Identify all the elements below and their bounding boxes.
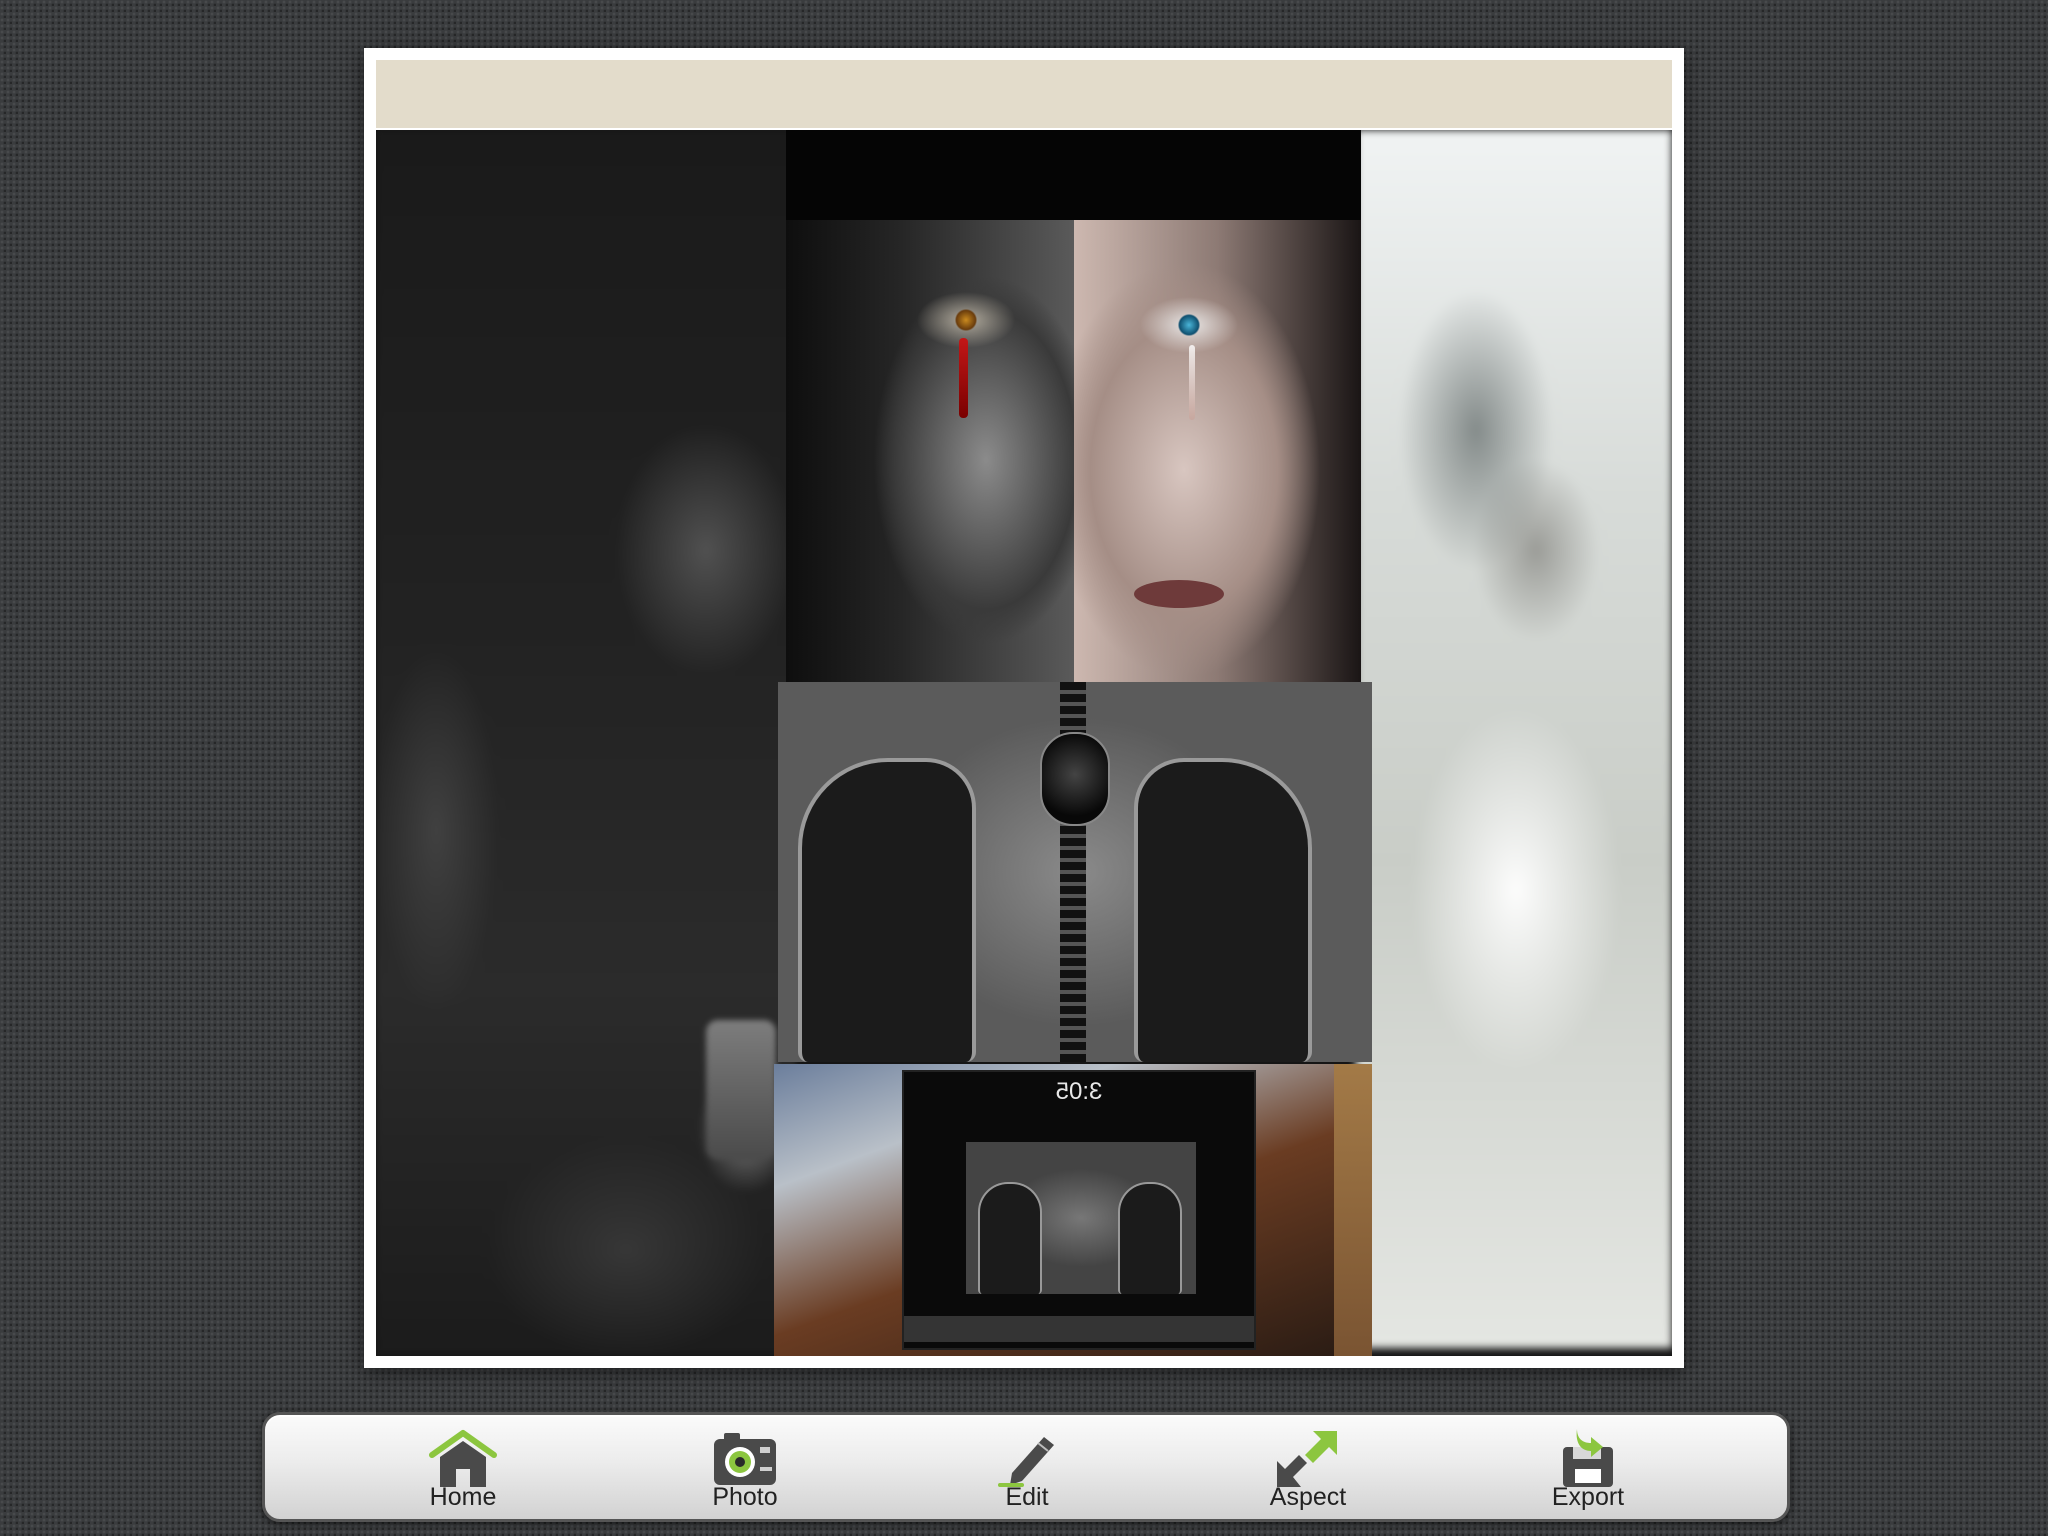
- edit-button[interactable]: Edit: [947, 1415, 1107, 1519]
- collage-photo-screenshot[interactable]: 3:05: [774, 1064, 1334, 1356]
- collage-title-strip[interactable]: [376, 60, 1672, 128]
- collage-photo-faces[interactable]: [786, 220, 1361, 682]
- home-label: Home: [429, 1483, 497, 1511]
- aspect-label: Aspect: [1269, 1483, 1347, 1511]
- light-face-half: [1074, 220, 1361, 682]
- photo-button[interactable]: Photo: [665, 1415, 825, 1519]
- export-button[interactable]: Export: [1508, 1415, 1668, 1519]
- zipper-pull: [1040, 732, 1110, 826]
- blood-tear: [959, 338, 968, 418]
- collage-photo-right[interactable]: [1356, 130, 1672, 1348]
- phone-shape: [706, 1020, 776, 1160]
- collage-frame: 3:05: [364, 48, 1684, 1368]
- ipad-clock: 3:05: [1055, 1078, 1103, 1105]
- collage-photo-left[interactable]: [376, 130, 796, 1356]
- edit-label: Edit: [1005, 1483, 1049, 1511]
- export-label: Export: [1551, 1483, 1625, 1511]
- lips: [1134, 580, 1224, 608]
- ipad-bottom-bar: [904, 1316, 1254, 1342]
- anime-figure-right: [1134, 758, 1312, 1062]
- collage-photo-anime[interactable]: [778, 682, 1372, 1062]
- collage-photo-black-strip[interactable]: [786, 130, 1361, 220]
- home-button[interactable]: Home: [383, 1415, 543, 1519]
- ipad-screenshot: 3:05: [904, 1072, 1254, 1348]
- ipad-inner-photo: [966, 1142, 1196, 1294]
- anime-figure-left: [798, 758, 976, 1062]
- photo-label: Photo: [712, 1483, 778, 1511]
- tear: [1189, 345, 1195, 420]
- collage-canvas[interactable]: 3:05: [376, 130, 1672, 1356]
- aspect-button[interactable]: Aspect: [1228, 1415, 1388, 1519]
- bottom-toolbar: Home Photo Edit Aspect Export: [262, 1412, 1790, 1522]
- dark-face-half: [786, 220, 1074, 682]
- collage-photo-sliver[interactable]: [1334, 1064, 1372, 1356]
